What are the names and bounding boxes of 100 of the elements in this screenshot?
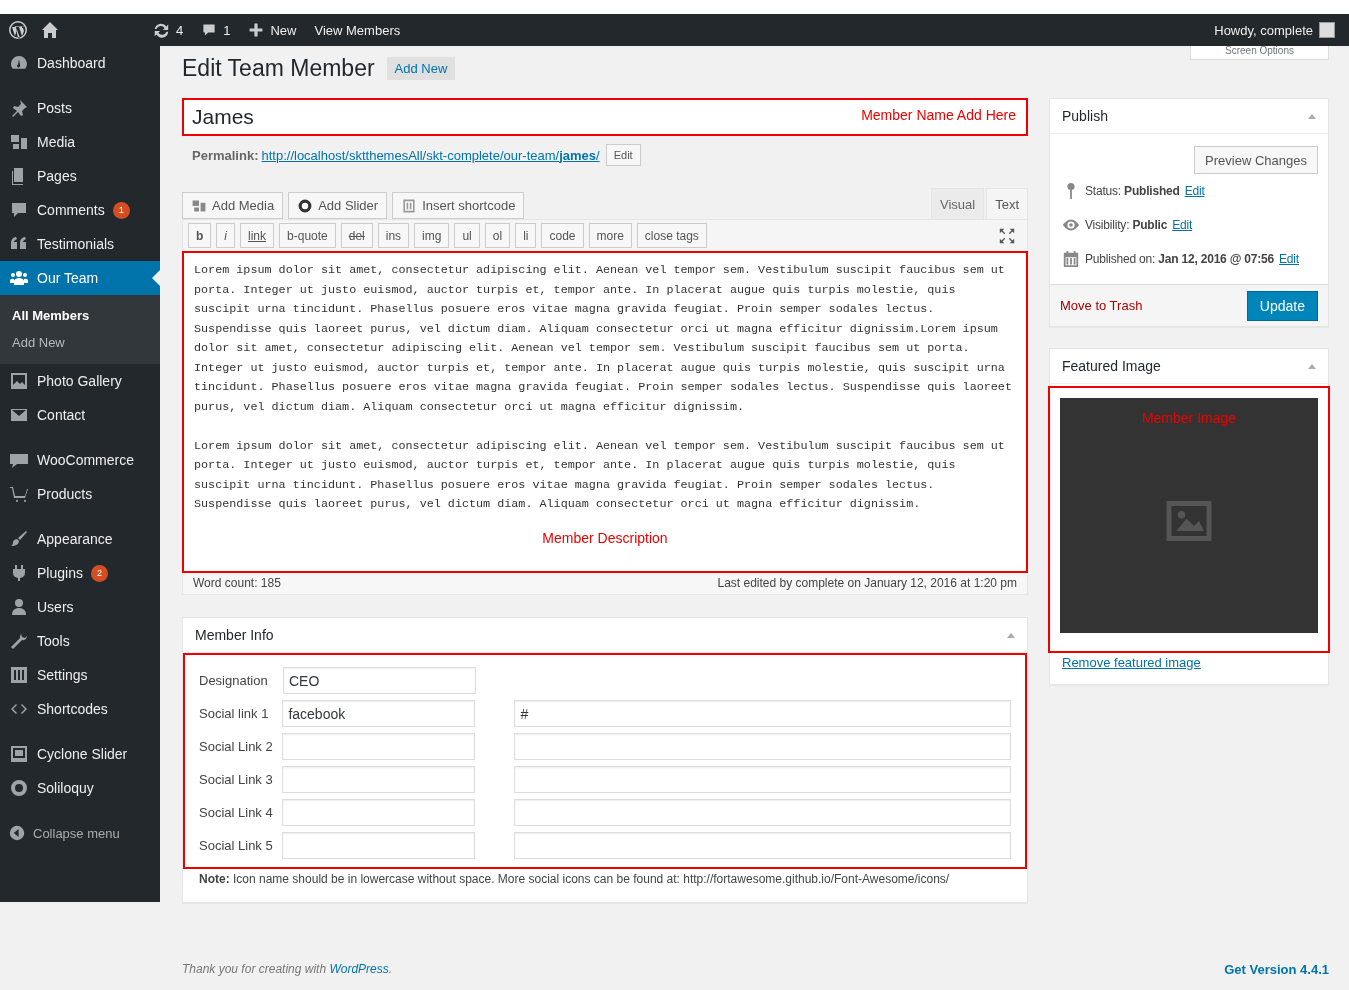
panel-title: Member Info [195, 627, 274, 643]
comments-link[interactable]: 1 [195, 22, 237, 38]
format-button[interactable]: link [240, 223, 275, 248]
sidebar-item[interactable]: Products [0, 477, 160, 511]
sidebar-item[interactable]: WooCommerce [0, 443, 160, 477]
move-to-trash-link[interactable]: Move to Trash [1060, 298, 1143, 313]
text-field[interactable] [282, 832, 476, 859]
edit-link[interactable]: Edit [1279, 252, 1299, 266]
format-button[interactable]: li [515, 223, 537, 248]
format-button[interactable]: ul [454, 223, 480, 248]
update-button[interactable]: Update [1246, 290, 1318, 321]
format-button[interactable]: del [340, 223, 373, 248]
collapse-menu-button[interactable]: Collapse menu [0, 816, 160, 850]
url-field[interactable] [514, 832, 1011, 859]
sidebar-item[interactable]: Our Team [0, 261, 160, 295]
media-icon [9, 132, 29, 152]
permalink-url[interactable]: http://localhost/sktthemesAll/skt-complete/our-team/james/ [261, 147, 600, 163]
field-label: Social Link 5 [199, 838, 274, 853]
sidebar-item[interactable]: Pages [0, 159, 160, 193]
text-field[interactable] [282, 799, 476, 826]
format-button[interactable]: ins [377, 223, 410, 248]
sidebar-item[interactable]: Comments 1 [0, 193, 160, 227]
plus-icon [248, 22, 265, 38]
preview-button[interactable]: Preview Changes [1194, 146, 1318, 174]
edit-button[interactable]: Edit [605, 144, 641, 166]
url-field[interactable] [514, 799, 1011, 826]
text-field[interactable]: facebook [282, 700, 476, 727]
edit-link[interactable]: Edit [1172, 218, 1193, 232]
version-link[interactable]: Get Version 4.4.1 [1224, 962, 1329, 977]
help-note: Note: Icon name should be in lowercase without space. More social icons can be found at: http://fortawesome.github.io/Font-Awesome/icons/ [198, 871, 951, 888]
url-field[interactable]: # [514, 700, 1011, 727]
count-badge: 1 [112, 201, 130, 219]
media-button[interactable]: Insert shortcode [392, 192, 525, 219]
sidebar-item[interactable]: Media [0, 125, 160, 159]
text-field[interactable] [282, 733, 476, 760]
format-button[interactable]: img [414, 223, 450, 248]
last-edited-text: Last edited by complete on January 12, 2016 at 1:20 pm [717, 576, 1017, 591]
editor-tab[interactable]: Text [986, 188, 1028, 219]
sidebar-item[interactable]: Shortcodes [0, 692, 160, 726]
url-field[interactable] [514, 766, 1011, 793]
permalink-label: Permalink: [192, 147, 259, 163]
sidebar-item[interactable]: Tools [0, 624, 160, 658]
editor-paragraph: Lorem ipsum dolor sit amet, consectetur adipiscing elit. Aenean vel tempor sem. Vestibulum suscipit faucibus sem ut porta. Integer ut justo euismod, auctor turpis et, tempor ante. In placerat augue quis turpis molestie, quis suscipit urna tincidunt. Phasellus posuere eros vitae magna gravida feugiat. Proin semper sodales lectus. Suspendisse quis laoreet purus, vel dictum diam. Aliquam consectetur orci ut magna efficitur dignissim. [194, 437, 1006, 513]
field-label: Designation [199, 673, 269, 688]
sidebar-item[interactable]: Plugins 2 [0, 556, 160, 590]
editor-tab[interactable]: Visual [930, 188, 985, 219]
sidebar-item[interactable]: Cyclone Slider [0, 737, 160, 771]
screen-options-tab[interactable]: Screen Options [1190, 46, 1329, 60]
format-button[interactable]: b-quote [279, 223, 336, 248]
panel-title: Publish [1062, 108, 1108, 124]
text-field[interactable]: CEO [283, 667, 476, 694]
format-button[interactable]: more [588, 223, 632, 248]
submenu-item[interactable]: All Members [0, 302, 160, 329]
format-button[interactable]: code [541, 223, 584, 248]
media-button[interactable]: Add Media [182, 192, 284, 219]
edit-link[interactable]: Edit [1184, 184, 1205, 198]
avatar-icon [1319, 22, 1335, 38]
house-icon [40, 20, 60, 40]
add-new-button[interactable]: Add New [386, 56, 456, 80]
sidebar-item[interactable]: Contact [0, 398, 160, 432]
format-button[interactable]: i [216, 223, 235, 248]
new-link[interactable]: New [242, 22, 303, 38]
url-field[interactable] [514, 733, 1011, 760]
account-menu[interactable]: Howdy, complete [1208, 22, 1341, 38]
sidebar-item[interactable]: Photo Gallery [0, 364, 160, 398]
wordpress-link[interactable]: WordPress [329, 962, 389, 976]
format-button[interactable]: b [188, 223, 212, 248]
media-button[interactable]: Add Slider [288, 192, 388, 219]
sidebar-item[interactable]: Appearance [0, 522, 160, 556]
format-button[interactable]: close tags [636, 223, 707, 248]
page-title: Edit Team Member [182, 54, 375, 82]
field-label: Social Link 2 [199, 739, 274, 754]
cart-icon [9, 484, 29, 504]
submenu-item[interactable]: Add New [0, 329, 160, 356]
fullscreen-icon[interactable] [998, 226, 1016, 245]
sidebar-item[interactable]: Soliloquy [0, 771, 160, 805]
panel-title: Featured Image [1062, 358, 1161, 374]
sidebar-item[interactable]: Dashboard [0, 46, 160, 80]
view-members-link[interactable]: View Members [308, 22, 407, 38]
editor-paragraph: Lorem ipsum dolor sit amet, consectetur adipiscing elit. Aenean vel tempor sem. Vestibulum suscipit faucibus sem ut porta. Integer ut justo euismod, auctor turpis et, tempor ante. In placerat augue quis turpis molestie, quis suscipit urna tincidunt. Phasellus posuere eros vitae magna gravida feugiat. Proin semper sodales lectus. Suspendisse quis laoreet purus, vel dictum diam. Aliquam consectetur orci ut magna efficitur dignissim.Lorem ipsum dolor sit amet, consectetur adipiscing elit. Aenean vel tempor sem. Vestibulum suscipit faucibus sem ut porta. Integer ut justo euismod, auctor turpis et, tempor ante. In placerat augue quis turpis molestie, quis suscipit urna tincidunt. Phasellus posuere eros vitae magna gravida feugiat. Proin semper sodales lectus. Suspendisse quis laoreet purus, vel dictum diam. Aliquam consectetur orci ut magna efficitur dignissim. [194, 262, 1013, 416]
publish-info: Status: Published [1085, 184, 1180, 198]
collapse-toggle-icon[interactable] [1308, 113, 1316, 119]
publish-info: Visibility: Public [1085, 218, 1168, 232]
text-editor[interactable] [182, 251, 1028, 573]
sidebar-item[interactable]: Posts [0, 91, 160, 125]
updates-link[interactable]: 4 [146, 21, 190, 39]
ring-icon [297, 197, 314, 214]
sidebar-item[interactable]: Settings [0, 658, 160, 692]
collapse-toggle-icon[interactable] [1308, 363, 1316, 369]
collapse-toggle-icon[interactable] [1007, 632, 1015, 638]
word-count: Word count: 185 [193, 576, 281, 591]
text-field[interactable] [282, 766, 476, 793]
sidebar-item[interactable]: Testimonials [0, 227, 160, 261]
remove-image-link[interactable]: Remove featured image [1062, 655, 1201, 670]
speech-bubble-icon [9, 200, 29, 220]
sidebar-item[interactable]: Users [0, 590, 160, 624]
refresh-icon [152, 21, 170, 39]
people-icon [9, 268, 29, 288]
field-label: Social link 1 [199, 706, 270, 721]
format-button[interactable]: ol [484, 223, 511, 248]
